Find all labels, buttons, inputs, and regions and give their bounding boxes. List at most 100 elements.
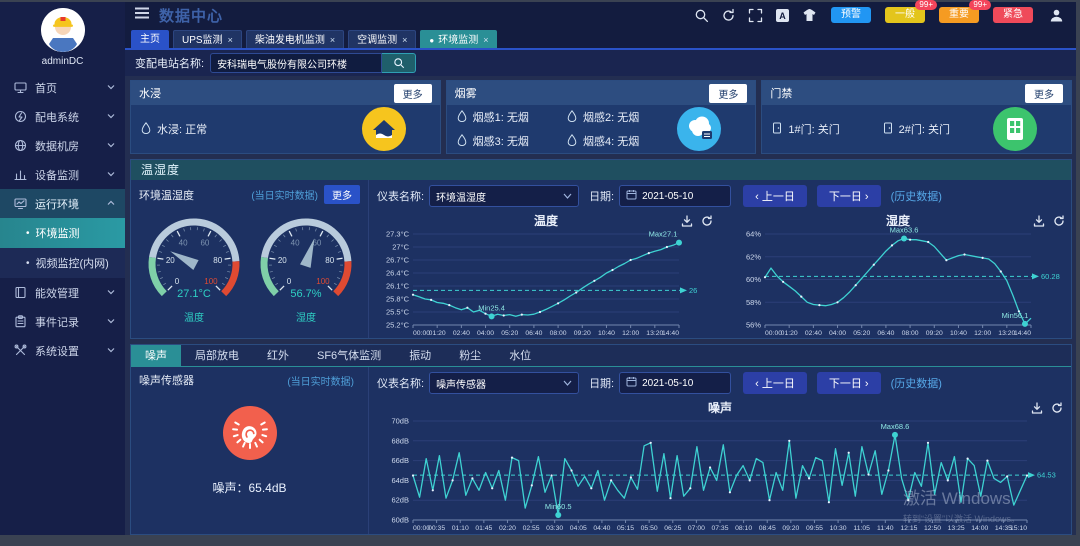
submenu-item[interactable]: •环境监测 xyxy=(0,218,125,248)
sidebar-item-tools[interactable]: 系统设置 xyxy=(0,336,125,365)
alert-button[interactable]: 重要99+ xyxy=(939,7,979,23)
close-icon[interactable]: × xyxy=(402,35,407,45)
tools-icon xyxy=(14,344,27,357)
card-item: 2#门: 关门 xyxy=(883,121,993,137)
active-dot: ● xyxy=(429,36,434,45)
station-name-input[interactable] xyxy=(210,53,382,73)
svg-text:09:20: 09:20 xyxy=(926,330,943,337)
svg-text:03:30: 03:30 xyxy=(546,525,563,532)
page-title: 数据中心 xyxy=(159,5,223,26)
sensor-tab-粉尘[interactable]: 粉尘 xyxy=(445,345,495,367)
droplet-icon xyxy=(567,134,583,149)
sidebar-item-power[interactable]: 配电系统 xyxy=(0,102,125,131)
tab-主页[interactable]: 主页 xyxy=(131,30,169,48)
svg-text:06:25: 06:25 xyxy=(664,525,681,532)
calendar-icon xyxy=(626,376,642,390)
search-icon[interactable] xyxy=(694,8,709,23)
date-value: 2021-05-10 xyxy=(642,191,693,202)
noise-prev-day-button[interactable]: ‹ 上一日 xyxy=(743,372,807,394)
sensor-tab-SF6气体监测[interactable]: SF6气体监测 xyxy=(303,345,395,367)
svg-text:64dB: 64dB xyxy=(391,476,409,485)
refresh-icon[interactable] xyxy=(701,214,713,232)
download-icon[interactable] xyxy=(1033,214,1045,232)
svg-text:25.8°C: 25.8°C xyxy=(386,295,410,304)
avatar[interactable] xyxy=(41,8,85,52)
svg-text:05:50: 05:50 xyxy=(641,525,658,532)
refresh-icon[interactable] xyxy=(721,8,736,23)
noise-toolbar: 仪表名称: 噪声传感器 日期: 2021-05-10 ‹ 上一日 下一日 › (… xyxy=(369,367,1071,399)
sidebar-item-label: 系统设置 xyxy=(35,343,107,359)
svg-text:08:00: 08:00 xyxy=(550,330,567,337)
sensor-tab-噪声[interactable]: 噪声 xyxy=(131,345,181,367)
svg-text:12:00: 12:00 xyxy=(974,330,991,337)
noise-history-link[interactable]: (历史数据) xyxy=(891,375,942,391)
topbar-icons: A xyxy=(682,8,817,23)
svg-text:56%: 56% xyxy=(746,321,761,330)
close-icon[interactable]: × xyxy=(228,35,233,45)
more-button[interactable]: 更多 xyxy=(1025,84,1063,103)
env-history-link[interactable]: (历史数据) xyxy=(891,188,942,204)
tab-空调监测[interactable]: 空调监测× xyxy=(348,30,416,48)
svg-text:02:20: 02:20 xyxy=(499,525,516,532)
alert-button[interactable]: 预警 xyxy=(831,7,871,23)
svg-text:10:30: 10:30 xyxy=(830,525,847,532)
noise-meter-select[interactable]: 噪声传感器 xyxy=(429,372,579,394)
download-icon[interactable] xyxy=(1031,401,1043,419)
sidebar-item-chart[interactable]: 设备监测 xyxy=(0,160,125,189)
tab-label: 环境监测 xyxy=(438,35,478,46)
hamburger-menu-icon[interactable] xyxy=(135,6,149,24)
download-icon[interactable] xyxy=(681,214,693,232)
svg-text:15:10: 15:10 xyxy=(1010,525,1027,532)
more-button[interactable]: 更多 xyxy=(709,84,747,103)
svg-text:Min60.5: Min60.5 xyxy=(545,502,572,511)
svg-text:12:50: 12:50 xyxy=(924,525,941,532)
sensor-tab-红外[interactable]: 红外 xyxy=(253,345,303,367)
sidebar-item-home[interactable]: 首页 xyxy=(0,73,125,102)
sidebar-item-server[interactable]: 数据机房 xyxy=(0,131,125,160)
theme-icon[interactable] xyxy=(802,8,817,23)
svg-text:26.7°C: 26.7°C xyxy=(386,256,410,265)
refresh-icon[interactable] xyxy=(1051,401,1063,419)
svg-text:40: 40 xyxy=(290,239,299,248)
svg-text:A: A xyxy=(779,11,786,21)
fullscreen-icon[interactable] xyxy=(748,8,763,23)
env-date-input[interactable]: 2021-05-10 xyxy=(619,185,731,207)
env-next-day-button[interactable]: 下一日 › xyxy=(817,185,881,207)
svg-text:01:20: 01:20 xyxy=(781,330,798,337)
more-button[interactable]: 更多 xyxy=(394,84,432,103)
svg-text:12:00: 12:00 xyxy=(622,330,639,337)
search-button[interactable] xyxy=(382,53,416,73)
user-icon[interactable] xyxy=(1049,8,1064,23)
svg-text:0: 0 xyxy=(286,277,291,286)
svg-text:13:20: 13:20 xyxy=(998,330,1015,337)
translate-icon[interactable]: A xyxy=(775,8,790,23)
sensor-tab-局部放电[interactable]: 局部放电 xyxy=(181,345,253,367)
alert-button[interactable]: 一般99+ xyxy=(885,7,925,23)
sidebar-item-clipboard[interactable]: 事件记录 xyxy=(0,307,125,336)
svg-text:62%: 62% xyxy=(746,252,761,261)
sensor-tab-振动[interactable]: 振动 xyxy=(395,345,445,367)
env-prev-day-button[interactable]: ‹ 上一日 xyxy=(743,185,807,207)
close-icon[interactable]: × xyxy=(330,35,335,45)
sidebar-menu: 首页 配电系统 数据机房 设备监测 运行环境 •环境监测•视频监控(内网) 能效… xyxy=(0,73,125,365)
env-icon xyxy=(14,197,27,210)
sidebar-item-book[interactable]: 能效管理 xyxy=(0,278,125,307)
gauge-more-button[interactable]: 更多 xyxy=(324,185,360,204)
sidebar-item-env[interactable]: 运行环境 xyxy=(0,189,125,218)
tab-环境监测[interactable]: ● 环境监测 × xyxy=(420,30,497,48)
svg-text:01:10: 01:10 xyxy=(452,525,469,532)
submenu-item[interactable]: •视频监控(内网) xyxy=(0,248,125,278)
temp-humidity-chart-section: 仪表名称: 环境温湿度 日期: 2021-05-10 ‹ 上一日 下一日 › (… xyxy=(369,180,1071,338)
sensor-tab-水位[interactable]: 水位 xyxy=(495,345,545,367)
env-meter-select[interactable]: 环境温湿度 xyxy=(429,185,579,207)
refresh-icon[interactable] xyxy=(1053,214,1065,232)
tab-UPS监测[interactable]: UPS监测× xyxy=(173,30,242,48)
bullet-icon: • xyxy=(26,258,30,269)
sensor-type-tabs: 噪声局部放电红外SF6气体监测振动粉尘水位 xyxy=(131,345,1071,367)
alert-button[interactable]: 紧急 xyxy=(993,7,1033,23)
noise-date-input[interactable]: 2021-05-10 xyxy=(619,372,731,394)
noise-next-day-button[interactable]: 下一日 › xyxy=(817,372,881,394)
selected-meter: 环境温湿度 xyxy=(436,189,563,204)
tab-柴油发电机监测[interactable]: 柴油发电机监测× xyxy=(246,30,344,48)
close-icon[interactable]: × xyxy=(483,35,488,45)
